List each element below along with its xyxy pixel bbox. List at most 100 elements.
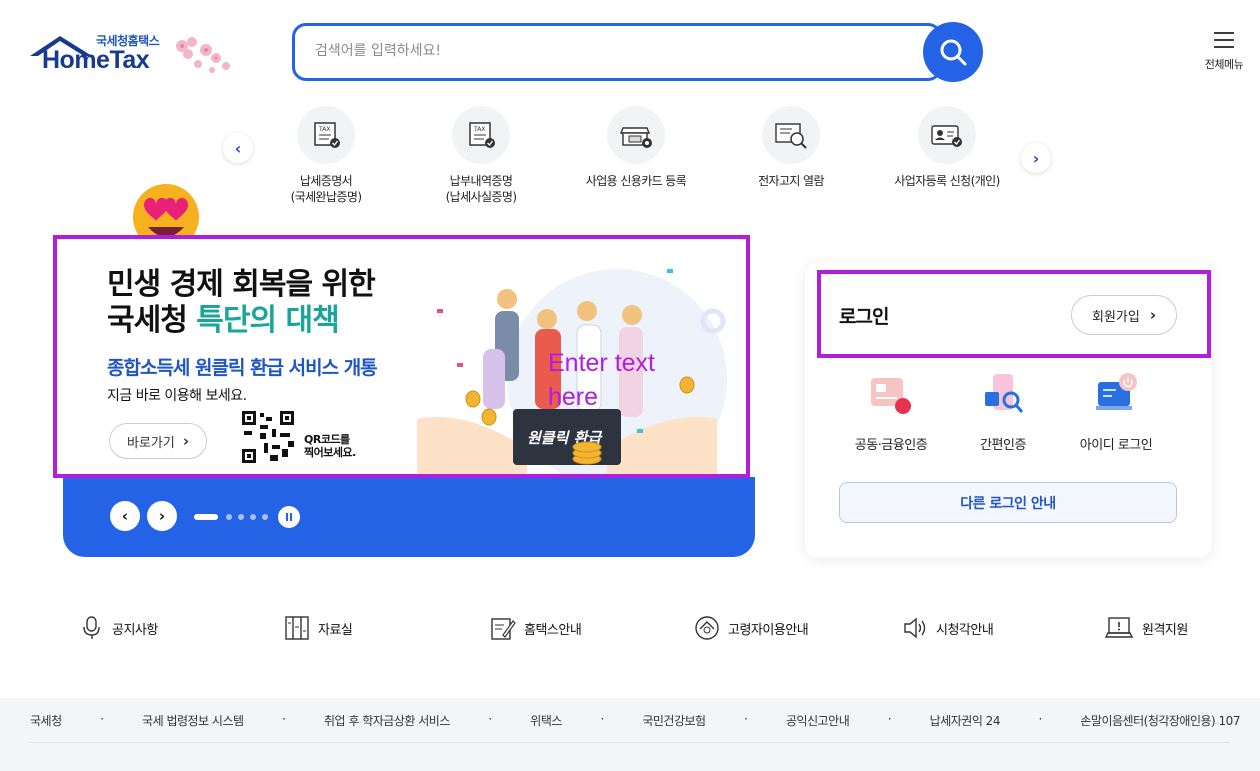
- login-header: 로그인 회원가입 ›: [817, 270, 1211, 358]
- speaker-icon: [904, 617, 926, 639]
- quick-item-label: 납부내역증명: [449, 174, 513, 188]
- login-option-id-login[interactable]: 아이디 로그인: [1061, 370, 1171, 453]
- footer-link[interactable]: 공익신고안내: [786, 712, 850, 729]
- footer-link[interactable]: 손말이음센터(청각장애인용) 107: [1080, 712, 1240, 729]
- other-login-guide-button[interactable]: 다른 로그인 안내: [839, 482, 1177, 523]
- banner-go-button[interactable]: 바로가기 ›: [109, 423, 207, 459]
- slide-indicator-4[interactable]: [250, 514, 256, 520]
- footer-link[interactable]: 취업 후 학자금상환 서비스: [324, 712, 450, 729]
- remote-support-icon: [1104, 617, 1134, 638]
- slide-indicator-5[interactable]: [262, 514, 268, 520]
- link-audiovisual-guide[interactable]: 시청각안내: [902, 614, 994, 642]
- microphone-icon: [83, 616, 100, 639]
- hamburger-icon: [1214, 32, 1234, 48]
- chevron-right-icon: ›: [1149, 306, 1157, 324]
- link-label: 시청각안내: [936, 622, 994, 638]
- pause-icon: [286, 513, 288, 521]
- login-option-label: 아이디 로그인: [1079, 438, 1153, 453]
- separator-dot: ·: [887, 712, 892, 726]
- e-notice-icon: [775, 123, 807, 149]
- banner-next-button[interactable]: ›: [147, 501, 177, 531]
- pause-button[interactable]: [278, 506, 300, 528]
- link-archive[interactable]: 자료실: [284, 614, 353, 642]
- slide-indicator-1[interactable]: [194, 514, 218, 520]
- footer-link[interactable]: 국세 법령정보 시스템: [142, 712, 244, 729]
- hometax-logo[interactable]: 국세청홈택스 HomeTax: [28, 28, 238, 80]
- link-label: 자료실: [318, 622, 353, 638]
- quick-item-credit-card[interactable]: 사업용 신용카드 등록: [561, 106, 711, 189]
- business-registration-icon: [931, 125, 962, 147]
- footer-divider: [30, 742, 1230, 743]
- qr-code-icon: [240, 409, 296, 465]
- quick-item-tax-certificate[interactable]: TAX 납세증명서 (국세완납증명): [251, 106, 401, 205]
- footer-link[interactable]: 국민건강보험: [642, 712, 706, 729]
- quick-item-e-notice[interactable]: 전자고지 열람: [716, 106, 866, 189]
- separator-dot: ·: [744, 712, 748, 726]
- svg-text:TAX: TAX: [473, 126, 485, 133]
- link-notice[interactable]: 공지사항: [80, 614, 158, 642]
- senior-icon: [695, 616, 719, 640]
- guide-icon: [491, 618, 516, 640]
- link-label: 공지사항: [112, 622, 158, 638]
- footer-links: 국세청 · 국세 법령정보 시스템 · 취업 후 학자금상환 서비스 · 위택스 · 국…: [30, 712, 1240, 729]
- search-icon: [940, 39, 967, 66]
- search-box[interactable]: [292, 23, 942, 81]
- link-label: 홈택스안내: [524, 622, 582, 638]
- id-login-icon: [1096, 373, 1137, 410]
- search-button[interactable]: [923, 22, 983, 82]
- link-hometax-guide[interactable]: 홈택스안내: [490, 614, 582, 642]
- login-title: 로그인: [839, 306, 889, 328]
- quick-item-payment-history[interactable]: TAX 납부내역증명 (납세사실증명): [406, 106, 556, 205]
- chevron-right-icon: ›: [182, 432, 190, 450]
- chevron-left-icon: ‹: [121, 507, 129, 525]
- annotation-line2: here: [548, 383, 599, 411]
- simple-auth-icon: [985, 374, 1024, 413]
- cherry-blossom-icon: [176, 37, 230, 73]
- footer: 국세청 · 국세 법령정보 시스템 · 취업 후 학자금상환 서비스 · 위택스 · 국…: [0, 698, 1260, 771]
- promo-banner[interactable]: 원클릭 환급 민생 경제 회복을 위한 국세청 특단의 대책 종합소득세 원클릭…: [53, 235, 750, 478]
- quick-item-label: 납세증명서: [299, 174, 353, 188]
- quick-item-label: 사업자등록 신청(개인): [894, 174, 1000, 188]
- link-remote-support[interactable]: 원격지원: [1104, 614, 1188, 642]
- quick-item-label-2: (납세사실증명): [445, 190, 517, 204]
- banner-title: 민생 경제 회복을 위한 국세청 특단의 대책: [107, 267, 376, 339]
- banner-subtitle-2: 지금 바로 이용해 보세요.: [107, 388, 247, 404]
- slide-indicator-3[interactable]: [238, 514, 244, 520]
- login-option-simple-auth[interactable]: 간편인증: [948, 370, 1058, 453]
- separator-dot: ·: [100, 712, 104, 726]
- tax-certificate-icon: TAX: [314, 122, 340, 148]
- archive-icon: [285, 616, 309, 640]
- link-label: 고령자이용안내: [728, 622, 809, 638]
- all-menu-label: 전체메뉴: [1204, 58, 1244, 71]
- qr-caption: QR코드를 찍어보세요.: [304, 433, 356, 459]
- link-senior-guide[interactable]: 고령자이용안내: [694, 614, 809, 642]
- join-button[interactable]: 회원가입 ›: [1071, 295, 1177, 335]
- logo-title: HomeTax: [42, 46, 150, 74]
- footer-link[interactable]: 위택스: [530, 712, 562, 729]
- quick-menu-next-button[interactable]: ›: [1021, 143, 1051, 173]
- annotation-text-box[interactable]: Enter text here: [548, 346, 655, 414]
- separator-dot: ·: [282, 712, 286, 726]
- link-label: 원격지원: [1142, 622, 1188, 638]
- footer-link[interactable]: 국세청: [30, 712, 62, 729]
- banner-title-line2a: 국세청: [107, 303, 197, 338]
- quick-menu-prev-button[interactable]: ‹: [223, 133, 253, 163]
- all-menu-button[interactable]: 전체메뉴: [1196, 30, 1252, 76]
- banner-prev-button[interactable]: ‹: [110, 501, 140, 531]
- quick-item-label: 전자고지 열람: [758, 174, 824, 188]
- footer-link[interactable]: 납세자권익 24: [930, 712, 1001, 729]
- chevron-left-icon: ‹: [234, 138, 242, 158]
- login-option-label: 간편인증: [980, 438, 1026, 453]
- payment-history-icon: TAX: [469, 122, 495, 148]
- chevron-right-icon: ›: [158, 507, 166, 525]
- annotation-line1: Enter text: [548, 349, 655, 377]
- search-input[interactable]: [315, 26, 875, 76]
- login-option-certificate[interactable]: 공동·금융인증: [836, 370, 946, 453]
- quick-item-label: 사업용 신용카드 등록: [585, 174, 687, 188]
- credit-card-icon: [619, 127, 652, 148]
- separator-dot: ·: [600, 712, 604, 726]
- slide-indicator-2[interactable]: [226, 514, 232, 520]
- quick-item-business-registration[interactable]: 사업자등록 신청(개인): [872, 106, 1022, 189]
- banner-subtitle: 종합소득세 원클릭 환급 서비스 개통: [107, 357, 378, 379]
- qr-caption-line2: 찍어보세요.: [304, 446, 356, 459]
